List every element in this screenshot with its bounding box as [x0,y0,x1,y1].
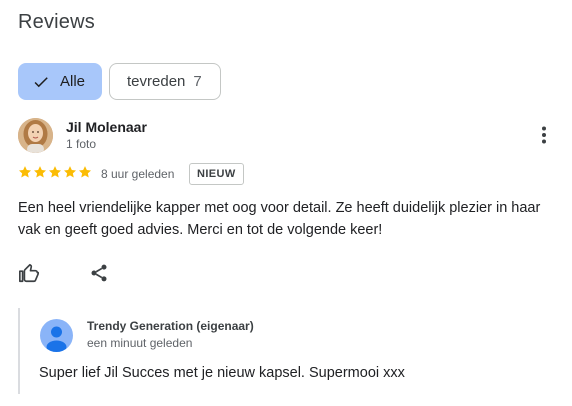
owner-reply-time: een minuut geleden [87,336,193,350]
filter-chip-all[interactable]: Alle [18,63,102,100]
section-title: Reviews [18,11,95,33]
filter-chip-count: 7 [193,73,202,90]
owner-avatar [40,319,73,352]
owner-reply: Trendy Generation (eigenaar) een minuut … [18,308,550,394]
check-icon [34,76,48,87]
new-badge: NIEUW [189,163,244,185]
review-time: 8 uur geleden [101,167,175,181]
reviewer-photo-count: 1 foto [66,137,97,151]
star-rating [18,165,92,179]
star-icon [78,166,92,178]
filter-chip-label: tevreden [127,73,186,90]
star-icon [33,166,47,178]
review-text: Een heel vriendelijke kapper met oog voo… [18,200,541,238]
owner-reply-text: Super lief Jil Succes met je nieuw kapse… [39,365,405,381]
star-icon [63,166,77,178]
thumbs-up-icon [19,263,39,283]
star-icon [18,166,32,178]
filter-chip-tevreden[interactable]: tevreden 7 [109,63,221,100]
share-icon [91,264,107,282]
filter-chip-label: Alle [60,73,86,90]
reviewer-avatar[interactable] [18,118,53,153]
person-icon [46,326,67,352]
owner-name: Trendy Generation (eigenaar) [87,319,254,333]
star-icon [48,166,62,178]
more-options-button[interactable] [534,124,554,146]
share-button[interactable] [87,261,111,285]
reviewer-photo [18,118,53,153]
more-vert-icon [542,126,546,144]
reviewer-name[interactable]: Jil Molenaar [66,119,147,135]
like-button[interactable] [17,261,41,285]
